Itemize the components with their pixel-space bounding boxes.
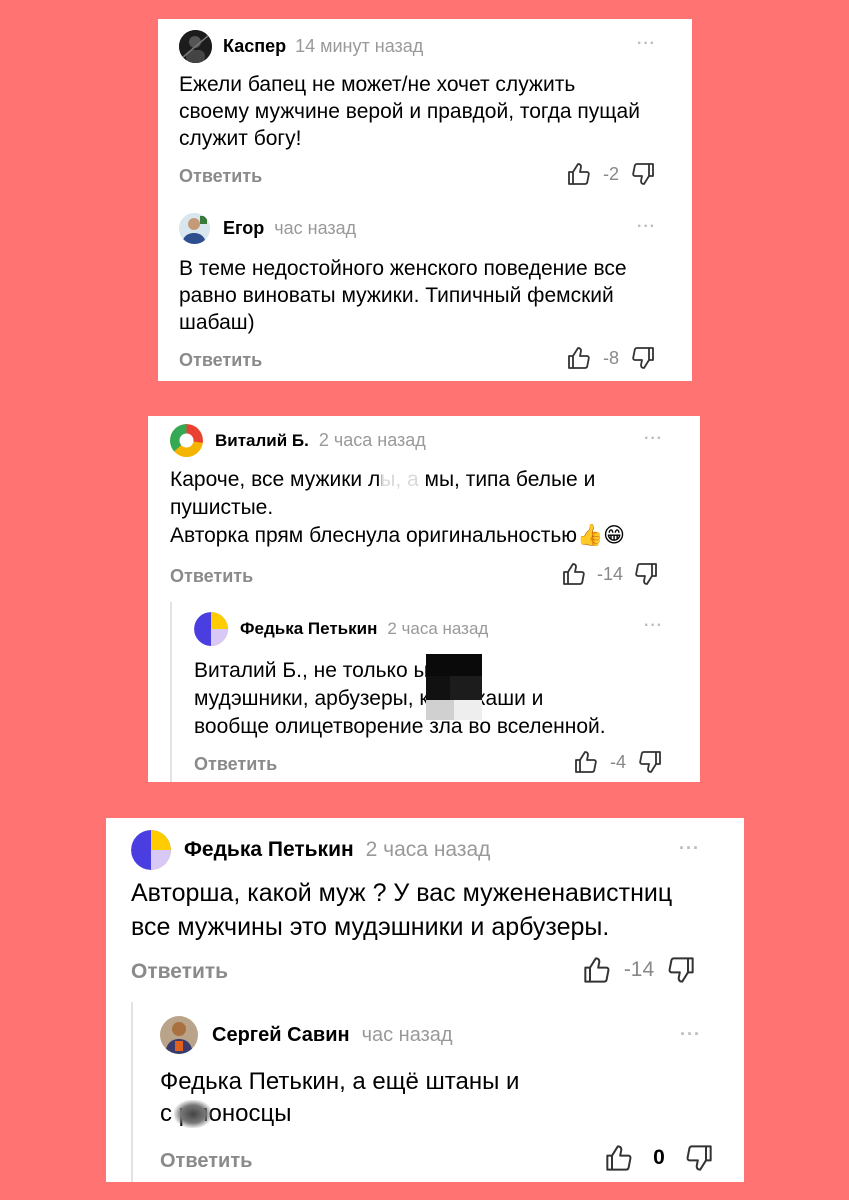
user-avatar-kasper[interactable]	[179, 30, 212, 63]
more-options-icon[interactable]: ···	[644, 617, 663, 635]
vote-count: 0	[653, 1146, 665, 1169]
user-avatar-vitaliy[interactable]	[170, 424, 203, 457]
dislike-icon[interactable]	[631, 346, 655, 370]
vote-count: -14	[596, 563, 623, 584]
vote-count: -14	[623, 958, 655, 981]
like-icon[interactable]	[583, 956, 611, 984]
more-options-icon[interactable]: ···	[679, 838, 700, 859]
user-avatar-egor[interactable]	[179, 213, 210, 244]
thread-line	[131, 1002, 133, 1182]
reply-button[interactable]: Ответить	[194, 754, 277, 775]
comment-time: 2 часа назад	[318, 430, 426, 450]
comment-card-2: Виталий Б. 2 часа назад ··· Кароче, все …	[148, 416, 700, 782]
comment-text: Федька Петькин, а ещё штаны и с рмоносцы	[160, 1068, 520, 1127]
like-icon[interactable]	[562, 562, 586, 586]
vote-count: -2	[602, 163, 619, 184]
comment-text: Ежели бапец не может/не хочет служить св…	[179, 73, 640, 150]
comment-time: час назад	[274, 218, 357, 238]
like-icon[interactable]	[605, 1144, 633, 1172]
user-avatar-fedka[interactable]	[194, 612, 228, 646]
comment-time: 2 часа назад	[387, 619, 489, 638]
more-options-icon[interactable]: ···	[680, 1024, 701, 1045]
dislike-icon[interactable]	[631, 162, 655, 186]
like-icon[interactable]	[567, 162, 591, 186]
author-name[interactable]: Федька Петькин	[240, 619, 377, 639]
comment-kasper: Каспер 14 минут назад ··· Ежели бапец не…	[179, 19, 671, 199]
comment-egor: Егор час назад ··· В теме недостойного ж…	[179, 203, 671, 378]
comment-fedka: Федька Петькин 2 часа назад ··· Авторша,…	[131, 818, 721, 1000]
dislike-icon[interactable]	[634, 562, 658, 586]
redacted-word-blur	[382, 468, 426, 494]
comment-time: час назад	[361, 1023, 453, 1046]
redacted-word-pixelated	[426, 654, 482, 724]
author-name[interactable]: Егор	[223, 218, 264, 239]
more-options-icon[interactable]: ···	[644, 430, 663, 448]
author-name[interactable]: Федька Петькин	[184, 838, 354, 862]
dislike-icon[interactable]	[685, 1144, 713, 1172]
user-avatar-fedka[interactable]	[131, 830, 171, 870]
like-icon[interactable]	[567, 346, 591, 370]
comment-vitaliy: Виталий Б. 2 часа назад ··· Кароче, все …	[170, 416, 680, 596]
comment-time: 14 минут назад	[295, 36, 424, 56]
redacted-letters-blur	[174, 1100, 212, 1128]
more-options-icon[interactable]: ···	[637, 35, 656, 53]
like-icon[interactable]	[574, 750, 598, 774]
comment-text: В теме недостойного женского поведение в…	[179, 257, 627, 334]
author-name[interactable]: Каспер	[223, 36, 286, 57]
comment-fedka-reply: Федька Петькин 2 часа назад ··· Виталий …	[194, 612, 680, 782]
author-name[interactable]: Сергей Савин	[212, 1024, 350, 1047]
thread-line	[170, 602, 172, 782]
reply-button[interactable]: Ответить	[160, 1150, 252, 1173]
comment-text: Авторша, какой муж ? У вас мужененавистн…	[131, 879, 673, 941]
comment-sergey: Сергей Савин час назад ··· Федька Петьки…	[160, 1016, 721, 1182]
vote-count: -8	[602, 347, 619, 368]
reply-button[interactable]: Ответить	[179, 166, 262, 187]
dislike-icon[interactable]	[667, 956, 695, 984]
author-name[interactable]: Виталий Б.	[215, 431, 309, 451]
reply-button[interactable]: Ответить	[179, 350, 262, 371]
comment-card-3: Федька Петькин 2 часа назад ··· Авторша,…	[106, 818, 744, 1182]
comment-text: Виталий Б., не только ы, ещё мудэшники, …	[194, 659, 606, 738]
comment-time: 2 часа назад	[365, 838, 491, 861]
reply-button[interactable]: Ответить	[170, 566, 253, 587]
vote-count: -4	[609, 751, 626, 772]
user-avatar-sergey[interactable]	[160, 1016, 198, 1054]
more-options-icon[interactable]: ···	[637, 218, 656, 236]
reply-button[interactable]: Ответить	[131, 960, 228, 984]
comment-card-1: Каспер 14 минут назад ··· Ежели бапец не…	[158, 19, 692, 381]
dislike-icon[interactable]	[638, 750, 662, 774]
